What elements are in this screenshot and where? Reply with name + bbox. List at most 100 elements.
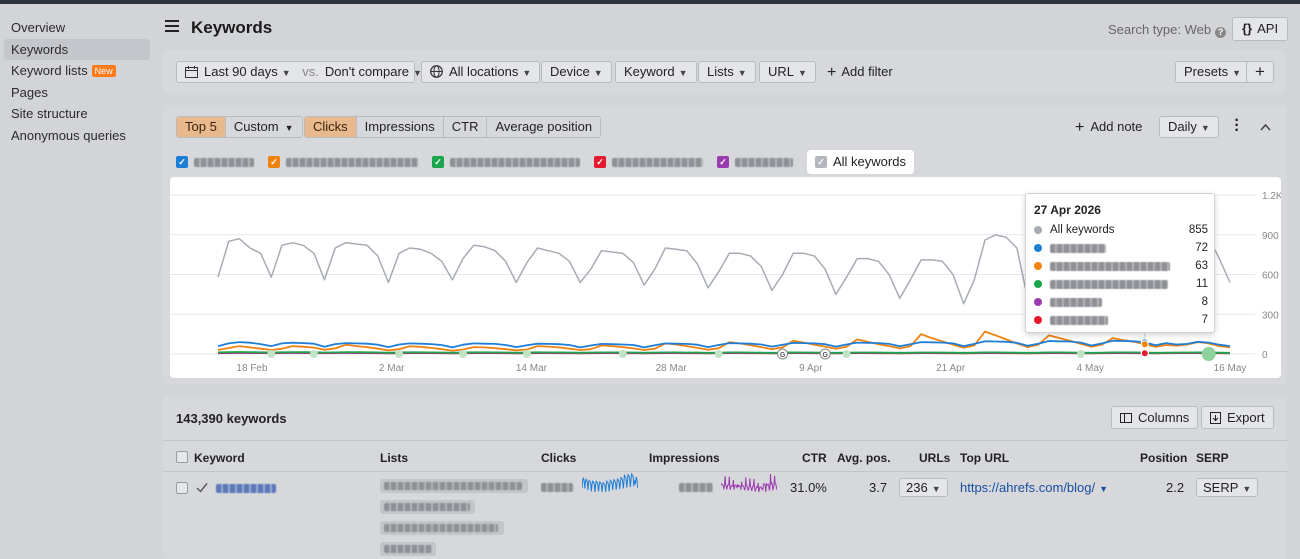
top-url-link[interactable]: https://ahrefs.com/blog/▼ [960,480,1108,495]
tab-ctr[interactable]: CTR [443,117,488,137]
sidebar-item-label: Pages [11,85,48,100]
legend-item-series-3[interactable]: ✓ [432,156,580,168]
tab-clicks[interactable]: Clicks [305,117,357,137]
series-dot [1034,262,1042,270]
column-header-impressions[interactable]: Impressions [649,451,720,465]
granularity-select[interactable]: Daily ▼ [1159,116,1219,138]
tooltip-value: 63 [1195,260,1208,272]
legend-item-all-keywords[interactable]: ✓ All keywords [807,150,914,174]
locations-button[interactable]: All locations ▼ [421,61,541,83]
series-line-1 [217,339,1231,349]
tab-top-5[interactable]: Top 5 [177,117,226,137]
list-chip [380,542,436,556]
annotation-marker [618,350,627,358]
chevron-down-icon: ▼ [798,68,807,78]
series-line-2 [217,330,1231,352]
presets-label: Presets [1184,64,1229,79]
select-all-checkbox[interactable] [176,451,188,463]
date-range-button[interactable]: Last 90 days ▼ vs. Don't compare ▼ [176,61,422,83]
menu-icon[interactable] [165,20,179,35]
blurred-clicks [541,483,573,492]
sparkline-path [582,472,638,493]
x-tick-label: 9 Apr [799,363,823,374]
chevron-down-icon: ▼ [284,123,294,133]
chevron-down-icon: ▼ [1242,484,1252,494]
column-header-keyword[interactable]: Keyword [194,451,245,465]
column-header-serp[interactable]: SERP [1196,451,1229,465]
column-header-position[interactable]: Position [1140,451,1187,465]
columns-button[interactable]: Columns [1111,406,1199,429]
x-tick-label: 14 Mar [516,363,548,374]
tooltip-row: All keywords 855 [1034,222,1208,238]
tooltip-value: 855 [1188,224,1208,236]
column-header-urls[interactable]: URLs [919,451,950,465]
export-icon [1210,412,1221,424]
api-button[interactable]: {} API [1232,17,1289,41]
tab-average-position[interactable]: Average position [487,117,601,137]
column-header-avg-pos[interactable]: Avg. pos. [837,451,891,465]
sparkline-path [721,473,777,493]
add-note-button[interactable]: + Add note [1075,118,1142,137]
y-tick-label: 1.2K [1262,191,1281,202]
calendar-icon [185,66,198,78]
ctr-value: 31.0% [790,480,827,495]
sidebar-item-pages[interactable]: Pages [4,82,150,103]
blurred-impressions [679,483,713,492]
y-tick-label: 900 [1262,231,1279,242]
date-range-label: Last 90 days [204,64,278,79]
help-icon[interactable]: ? [1215,27,1227,38]
presets-button[interactable]: Presets ▼ [1175,61,1250,83]
legend-item-series-4[interactable]: ✓ [594,156,703,168]
annotation-marker [1201,347,1216,361]
keyword-link[interactable] [216,484,276,493]
sidebar-item-label: Keywords [11,42,69,57]
keyword-filter-button[interactable]: Keyword ▼ [615,61,697,83]
tooltip-row: 7 [1034,312,1208,328]
vs-label: vs. [302,64,319,79]
y-tick-label: 0 [1262,350,1268,361]
url-filter-button[interactable]: URL ▼ [759,61,816,83]
tab-custom[interactable]: Custom ▼ [225,117,302,137]
columns-label: Columns [1138,410,1190,425]
sidebar-item-site-structure[interactable]: Site structure [4,103,150,124]
column-header-top-url[interactable]: Top URL [960,451,1009,465]
checkbox-icon: ✓ [717,156,729,168]
add-note-label: Add note [1090,119,1143,134]
more-options-icon[interactable]: · · · [1233,113,1241,139]
legend-item-series-1[interactable]: ✓ [176,156,254,168]
tooltip-row: 72 [1034,240,1208,256]
add-filter-button[interactable]: + Add filter [827,61,893,84]
column-header-clicks[interactable]: Clicks [541,451,576,465]
export-label: Export [1227,410,1265,425]
api-label: API [1257,21,1279,36]
legend-item-series-2[interactable]: ✓ [268,156,418,168]
urls-dropdown[interactable]: 236 ▼ [899,478,948,497]
sidebar-item-overview[interactable]: Overview [4,17,150,38]
tooltip-series-name: All keywords [1050,224,1115,236]
device-button[interactable]: Device ▼ [541,61,612,83]
checkbox-icon: ✓ [176,156,188,168]
column-header-lists[interactable]: Lists [380,451,408,465]
tooltip-value: 11 [1196,278,1208,290]
chevron-down-icon: ▼ [737,68,747,78]
top-url-text: https://ahrefs.com/blog/ [960,480,1096,495]
sidebar-item-keywords[interactable]: Keywords [4,39,150,60]
sidebar-item-keyword-lists[interactable]: Keyword lists New [4,60,150,81]
compare-label: Don't compare [324,64,410,79]
plus-icon: + [827,64,837,81]
sidebar-item-anonymous-queries[interactable]: Anonymous queries [4,125,150,146]
legend-item-series-5[interactable]: ✓ [717,156,793,168]
export-button[interactable]: Export [1201,406,1274,429]
main-content: Keywords Search type: Web? {} API Last 90… [163,4,1300,559]
annotation-marker [1076,350,1085,358]
row-checkbox[interactable] [176,482,188,494]
column-header-ctr[interactable]: CTR [802,451,827,465]
tooltip-date: 27 Apr 2026 [1034,203,1101,217]
collapse-icon[interactable] [1260,123,1271,131]
serp-button[interactable]: SERP ▼ [1196,478,1259,497]
add-preset-button[interactable]: + [1246,61,1274,83]
add-filter-label: Add filter [841,64,893,79]
lists-filter-button[interactable]: Lists ▼ [698,61,756,83]
tab-impressions[interactable]: Impressions [356,117,444,137]
braces-icon: {} [1242,21,1253,36]
